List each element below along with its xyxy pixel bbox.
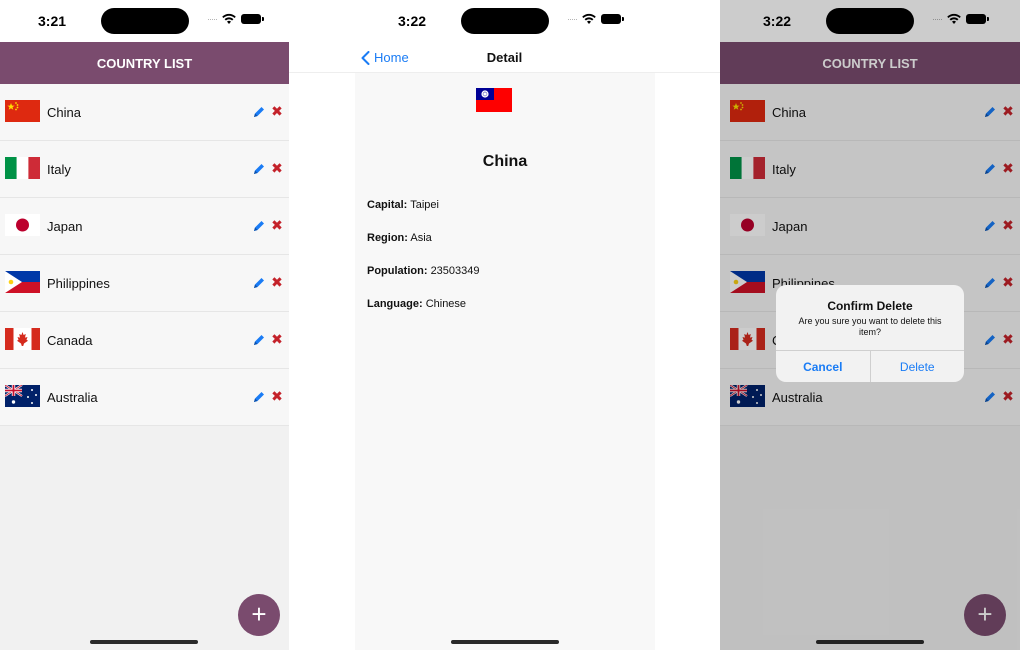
list-item[interactable]: Italy ✖ <box>0 141 289 198</box>
language-label: Language: <box>367 298 423 310</box>
delete-x-icon[interactable]: ✖ <box>270 104 284 118</box>
list-item[interactable]: Canada ✖ <box>0 312 289 369</box>
list-item[interactable]: Japan ✖ <box>0 198 289 255</box>
language-value: Chinese <box>425 298 467 310</box>
region-label: Region: <box>367 232 408 244</box>
population-field: Population: 23503349 <box>367 265 480 277</box>
country-name: Australia <box>47 389 98 405</box>
wifi-icon <box>581 13 597 25</box>
canada-flag-icon <box>5 328 40 350</box>
philippines-flag-icon <box>5 271 40 293</box>
region-value: Asia <box>410 232 432 244</box>
delete-x-icon[interactable]: ✖ <box>270 275 284 289</box>
confirm-delete-screen: 3:22 ····· COUNTRY LIST China ✖ Italy ✖ … <box>720 0 1020 650</box>
dynamic-island <box>101 8 189 34</box>
list-item[interactable]: China ✖ <box>0 84 289 141</box>
country-name-heading: China <box>482 153 528 170</box>
edit-pencil-icon[interactable] <box>252 105 266 119</box>
edit-pencil-icon[interactable] <box>252 333 266 347</box>
alert-title: Confirm Delete <box>827 299 913 313</box>
region-field: Region: Asia <box>367 232 432 244</box>
capital-field: Capital: Taipei <box>367 199 439 211</box>
capital-label: Capital: <box>367 199 408 211</box>
battery-icon <box>601 14 624 24</box>
country-name: Philippines <box>47 275 110 291</box>
header-title: COUNTRY LIST <box>0 42 289 84</box>
status-time: 3:22 <box>398 13 427 29</box>
alert-buttons: Cancel Delete <box>776 350 964 382</box>
population-label: Population: <box>367 265 428 277</box>
navigation-bar: Home Detail <box>289 42 720 73</box>
detail-screen: 3:22 ····· Home Detail China Capital: Ta… <box>289 0 720 650</box>
add-country-button[interactable]: + <box>238 594 280 636</box>
country-name: Italy <box>47 161 71 177</box>
status-bar: 3:22 ····· <box>289 0 720 42</box>
detail-card: China Capital: Taipei Region: Asia Popul… <box>355 73 655 650</box>
nav-title: Detail <box>486 50 523 65</box>
edit-pencil-icon[interactable] <box>252 219 266 233</box>
cancel-button[interactable]: Cancel <box>776 351 871 382</box>
population-value: 23503349 <box>430 265 480 277</box>
delete-x-icon[interactable]: ✖ <box>270 161 284 175</box>
country-name: China <box>47 104 81 120</box>
battery-icon <box>241 14 264 24</box>
china-flag-icon <box>5 100 40 122</box>
status-icons: ····· <box>207 13 264 25</box>
country-name: Japan <box>47 218 83 234</box>
delete-x-icon[interactable]: ✖ <box>270 389 284 403</box>
country-list: China ✖ Italy ✖ Japan ✖ Philippines ✖ Ca… <box>0 84 289 426</box>
alert-message: Are you sure you want to delete this ite… <box>798 316 942 337</box>
edit-pencil-icon[interactable] <box>252 276 266 290</box>
language-field: Language: Chinese <box>367 298 466 310</box>
signal-icon: ····· <box>567 14 578 24</box>
status-bar: 3:21 ····· <box>0 0 289 42</box>
signal-icon: ····· <box>207 14 218 24</box>
delete-x-icon[interactable]: ✖ <box>270 218 284 232</box>
home-indicator <box>90 640 198 644</box>
delete-x-icon[interactable]: ✖ <box>270 332 284 346</box>
status-time: 3:21 <box>38 13 67 29</box>
country-list-screen: 3:21 ····· COUNTRY LIST China ✖ Italy ✖ … <box>0 0 289 650</box>
confirm-delete-alert: Confirm Delete Are you sure you want to … <box>776 285 964 382</box>
country-name: Canada <box>47 332 93 348</box>
wifi-icon <box>221 13 237 25</box>
edit-pencil-icon[interactable] <box>252 162 266 176</box>
japan-flag-icon <box>5 214 40 236</box>
status-icons: ····· <box>567 13 624 25</box>
capital-value: Taipei <box>410 199 439 211</box>
dynamic-island <box>461 8 549 34</box>
edit-pencil-icon[interactable] <box>252 390 266 404</box>
australia-flag-icon <box>5 385 40 407</box>
list-item[interactable]: Australia ✖ <box>0 369 289 426</box>
taiwan-flag-icon <box>476 88 512 112</box>
list-item[interactable]: Philippines ✖ <box>0 255 289 312</box>
italy-flag-icon <box>5 157 40 179</box>
delete-button[interactable]: Delete <box>871 351 965 382</box>
home-indicator <box>451 640 559 644</box>
